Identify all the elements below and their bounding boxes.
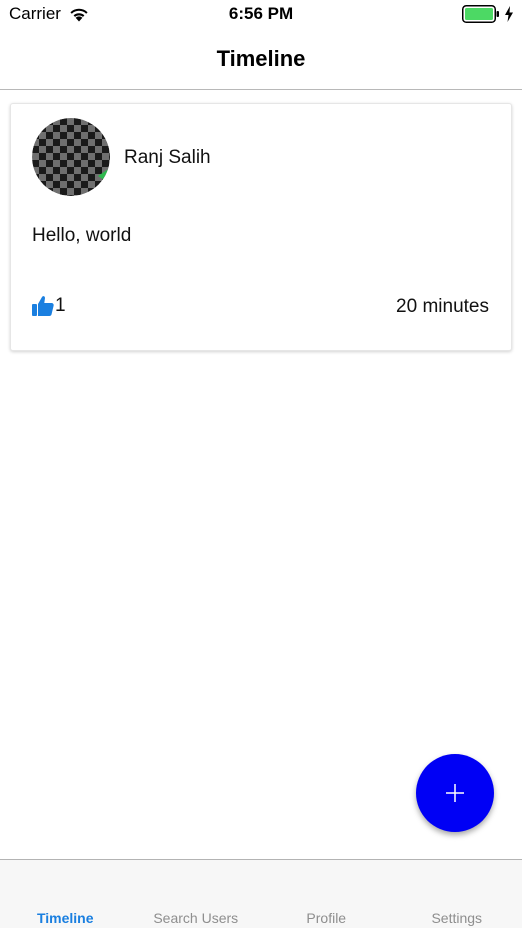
tab-label: Profile (306, 910, 347, 926)
post-text: Hello, world (32, 225, 132, 246)
tab-label: Settings (431, 910, 483, 926)
like-count: 1 (55, 295, 66, 316)
post-card[interactable]: Ranj Salih Hello, world 1 20 minutes (10, 103, 512, 351)
app-screen: Carrier 6:56 PM Timeline Ranj Salih Hell… (0, 0, 522, 928)
tab-label: Timeline (36, 910, 94, 926)
avatar[interactable] (32, 118, 110, 196)
status-right (462, 5, 514, 23)
tab-bar: Timeline Search Users Profile Settings (0, 859, 522, 928)
page-title: Timeline (216, 46, 306, 71)
like-button[interactable]: 1 (31, 294, 66, 318)
status-time: 6:56 PM (228, 4, 294, 23)
tab-label: Search Users (153, 910, 239, 926)
battery-full-icon (462, 5, 500, 23)
tab-search-users[interactable]: Search Users (131, 860, 262, 928)
plus-icon (444, 782, 466, 804)
tab-profile[interactable]: Profile (261, 860, 392, 928)
author-name[interactable]: Ranj Salih (124, 147, 211, 169)
add-post-button[interactable] (416, 754, 494, 832)
navigation-bar: Timeline (0, 30, 522, 90)
bolt-icon (504, 6, 514, 22)
status-bar: Carrier 6:56 PM (0, 0, 522, 30)
tab-timeline[interactable]: Timeline (0, 860, 131, 928)
thumbs-up-icon[interactable] (31, 294, 55, 318)
post-timestamp: 20 minutes (396, 296, 489, 317)
tab-settings[interactable]: Settings (392, 860, 522, 928)
